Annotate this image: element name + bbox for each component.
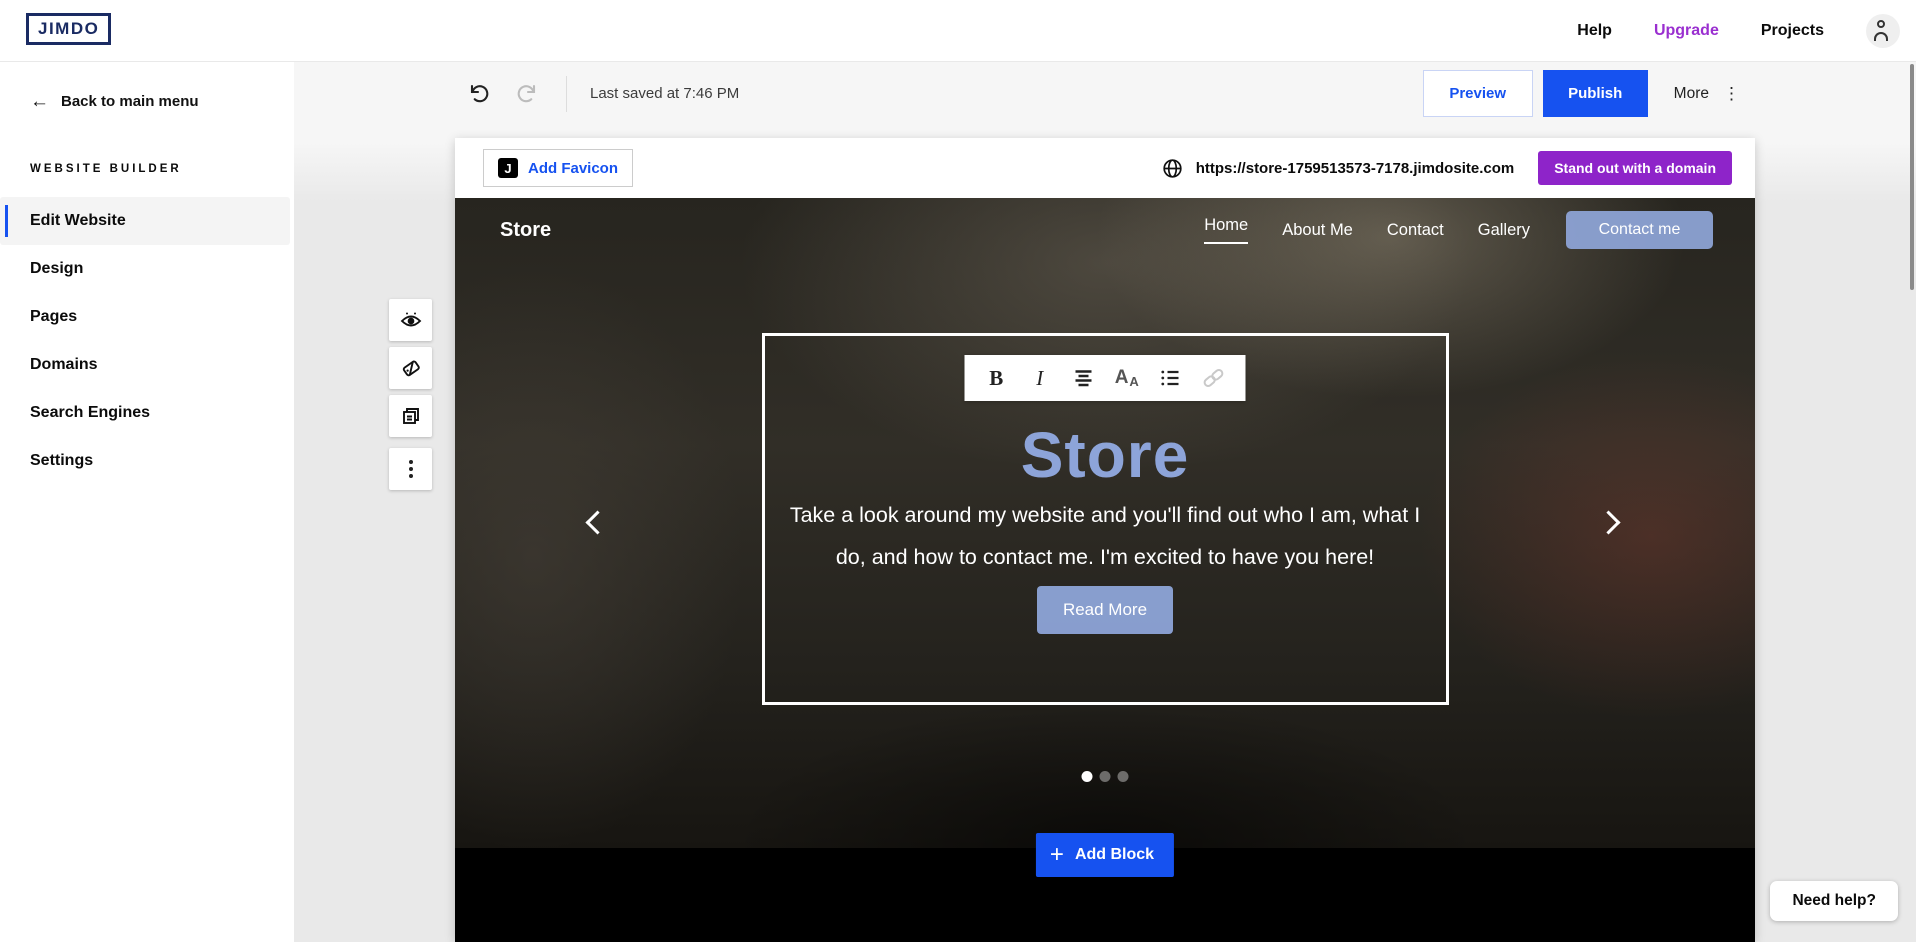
carousel-next-icon[interactable] [1596,510,1620,534]
block-more-button[interactable] [389,448,432,490]
read-more-button[interactable]: Read More [1037,586,1173,634]
carousel-prev-icon[interactable] [585,510,609,534]
italic-icon[interactable]: I [1026,364,1054,392]
sidebar-item-search-engines[interactable]: Search Engines [0,389,294,437]
text-format-toolbar: B I AA [965,355,1246,401]
site-url-group: https://store-1759513573-7178.jimdosite.… [1162,138,1732,198]
hero-section: Store Home About Me Contact Gallery Cont… [455,198,1755,848]
site-nav-about-me[interactable]: About Me [1282,221,1353,240]
add-block-label: Add Block [1075,846,1154,864]
stand-out-domain-button[interactable]: Stand out with a domain [1538,151,1732,185]
carousel-dot-1[interactable] [1082,771,1093,782]
duplicate-icon [399,404,423,428]
sidebar-item-edit-website[interactable]: Edit Website [0,197,290,245]
sidebar-item-label: Search Engines [30,404,150,422]
kebab-menu-icon [409,460,413,478]
sidebar-item-label: Pages [30,308,77,326]
preview-topbar: J Add Favicon https://store-1759513573-7… [455,138,1755,198]
hero-paragraph[interactable]: Take a look around my website and you'll… [665,494,1545,578]
help-link[interactable]: Help [1577,22,1612,40]
contact-me-button[interactable]: Contact me [1566,211,1713,249]
sidebar-item-pages[interactable]: Pages [0,293,294,341]
bold-icon[interactable]: B [982,364,1010,392]
last-saved-text: Last saved at 7:46 PM [590,85,739,102]
globe-icon [1162,158,1183,179]
toolbar-actions: Preview Publish More ⋮ [1423,70,1740,117]
more-button[interactable]: More [1674,85,1709,103]
site-nav-group: Home About Me Contact Gallery Contact me [1204,211,1713,249]
plus-icon: + [1050,843,1064,867]
user-icon [1877,20,1885,28]
sidebar-item-label: Design [30,260,83,278]
preview-button[interactable]: Preview [1423,70,1533,117]
sidebar-menu: Edit Website Design Pages Domains Search… [0,197,294,485]
editor-toolbar: Last saved at 7:46 PM Preview Publish Mo… [294,62,1916,125]
block-tools [389,299,432,490]
link-icon[interactable] [1200,364,1228,392]
site-nav-gallery[interactable]: Gallery [1478,221,1530,240]
projects-link[interactable]: Projects [1761,22,1824,40]
website-preview: J Add Favicon https://store-1759513573-7… [455,138,1755,942]
carousel-dot-2[interactable] [1100,771,1111,782]
sidebar-item-label: Domains [30,356,98,374]
redo-icon [516,82,540,106]
eye-icon [408,319,413,324]
upgrade-link[interactable]: Upgrade [1654,22,1719,40]
sidebar-item-label: Settings [30,452,93,470]
app-header: JIMDO Help Upgrade Projects [0,0,1916,62]
hero-line1: Take a look around my website and you'll… [790,503,1420,527]
undo-icon[interactable] [466,82,490,106]
duplicate-button[interactable] [389,395,432,437]
sidebar-item-settings[interactable]: Settings [0,437,294,485]
hero-title[interactable]: Store [455,418,1755,492]
site-url-text: https://store-1759513573-7178.jimdosite.… [1196,160,1514,177]
site-nav: Home About Me Contact Gallery [1204,216,1530,244]
align-center-icon[interactable] [1069,364,1097,392]
site-nav-home[interactable]: Home [1204,216,1248,244]
user-icon-body [1874,32,1888,41]
style-swatches-icon [399,356,423,380]
toolbar-divider [566,76,567,112]
font-style-icon[interactable]: AA [1113,364,1141,392]
sidebar-item-domains[interactable]: Domains [0,341,294,389]
add-favicon-label: Add Favicon [528,160,618,177]
publish-button[interactable]: Publish [1543,70,1648,117]
header-nav: Help Upgrade Projects [1577,0,1900,62]
add-block-button[interactable]: + Add Block [1036,833,1174,877]
back-label: Back to main menu [61,93,199,110]
site-brand[interactable]: Store [500,219,551,242]
back-arrow-icon: ← [30,92,49,111]
sidebar-item-design[interactable]: Design [0,245,294,293]
kebab-menu-icon[interactable]: ⋮ [1723,85,1740,102]
back-to-main-menu[interactable]: ← Back to main menu [0,62,294,111]
sidebar-section-title: WEBSITE BUILDER [30,163,294,175]
site-header: Store Home About Me Contact Gallery Cont… [455,198,1755,262]
page-scrollbar[interactable] [1910,64,1914,290]
editor-canvas: Last saved at 7:46 PM Preview Publish Mo… [294,62,1916,942]
jimdo-logo[interactable]: JIMDO [26,13,111,45]
list-icon[interactable] [1156,364,1184,392]
favicon-icon: J [498,158,518,178]
preview-eye-button[interactable] [389,299,432,341]
site-url[interactable]: https://store-1759513573-7178.jimdosite.… [1162,158,1514,179]
add-favicon-button[interactable]: J Add Favicon [483,149,633,187]
hero-line2: do, and how to contact me. I'm excited t… [836,545,1374,569]
about-me-title: About Me [455,934,1755,942]
sidebar: ← Back to main menu WEBSITE BUILDER Edit… [0,62,294,942]
carousel-dot-3[interactable] [1118,771,1129,782]
user-avatar-icon[interactable] [1866,14,1900,48]
carousel-dots [1082,771,1129,782]
need-help-button[interactable]: Need help? [1770,881,1898,921]
sidebar-item-label: Edit Website [30,212,126,230]
site-nav-contact[interactable]: Contact [1387,221,1444,240]
style-swatches-button[interactable] [389,347,432,389]
